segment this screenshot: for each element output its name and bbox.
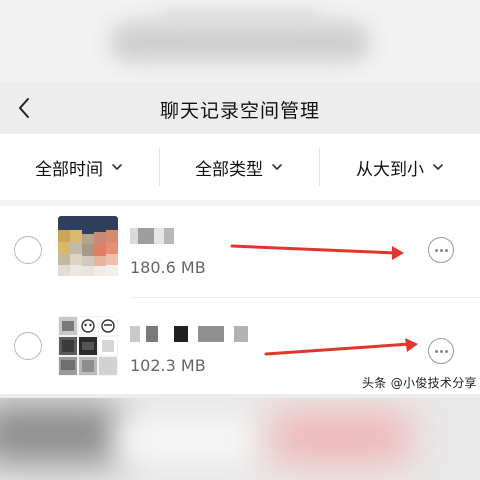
list-item[interactable]: 180.6 MB bbox=[0, 206, 480, 298]
chat-list: 180.6 MB 102.3 MB bbox=[0, 206, 480, 394]
blurred-status-area bbox=[0, 0, 480, 82]
dot bbox=[444, 248, 448, 252]
filter-type-label: 全部类型 bbox=[195, 159, 263, 180]
select-radio[interactable] bbox=[14, 236, 42, 264]
chevron-down-icon bbox=[272, 164, 282, 170]
dot bbox=[444, 349, 448, 353]
avatar-mosaic bbox=[58, 216, 118, 276]
chat-storage-size: 102.3 MB bbox=[130, 356, 206, 375]
page-title: 聊天记录空间管理 bbox=[159, 100, 320, 122]
blurred-content bbox=[0, 404, 120, 464]
dot bbox=[434, 248, 438, 252]
dot bbox=[439, 248, 443, 252]
blurred-content bbox=[270, 412, 410, 462]
obscured-chat-name bbox=[130, 228, 178, 244]
blurred-content bbox=[160, 10, 320, 26]
filter-time-dropdown[interactable]: 全部时间 bbox=[0, 134, 158, 200]
chevron-down-icon bbox=[433, 164, 443, 170]
chat-avatar bbox=[58, 316, 118, 376]
dot bbox=[439, 349, 443, 353]
filter-bar: 全部时间 全部类型 从大到小 bbox=[0, 134, 480, 200]
dot bbox=[434, 349, 438, 353]
nav-bar: 聊天记录空间管理 bbox=[0, 82, 480, 134]
filter-sort-label: 从大到小 bbox=[356, 159, 424, 180]
filter-type-dropdown[interactable]: 全部类型 bbox=[160, 134, 318, 200]
blurred-bottom-area bbox=[0, 398, 480, 480]
more-button[interactable] bbox=[428, 338, 454, 364]
chat-storage-size: 180.6 MB bbox=[130, 258, 206, 277]
select-radio[interactable] bbox=[14, 332, 42, 360]
chat-avatar bbox=[58, 216, 118, 276]
more-button[interactable] bbox=[428, 237, 454, 263]
group-avatar-grid bbox=[58, 316, 118, 376]
watermark: 头条 @小俊技术分享 bbox=[360, 374, 479, 391]
filter-sort-dropdown[interactable]: 从大到小 bbox=[320, 134, 480, 200]
filter-time-label: 全部时间 bbox=[35, 159, 103, 180]
obscured-chat-name bbox=[130, 326, 250, 342]
blurred-content bbox=[110, 22, 370, 62]
chevron-down-icon bbox=[112, 164, 122, 170]
row-divider bbox=[130, 297, 480, 298]
blurred-content bbox=[120, 418, 260, 462]
